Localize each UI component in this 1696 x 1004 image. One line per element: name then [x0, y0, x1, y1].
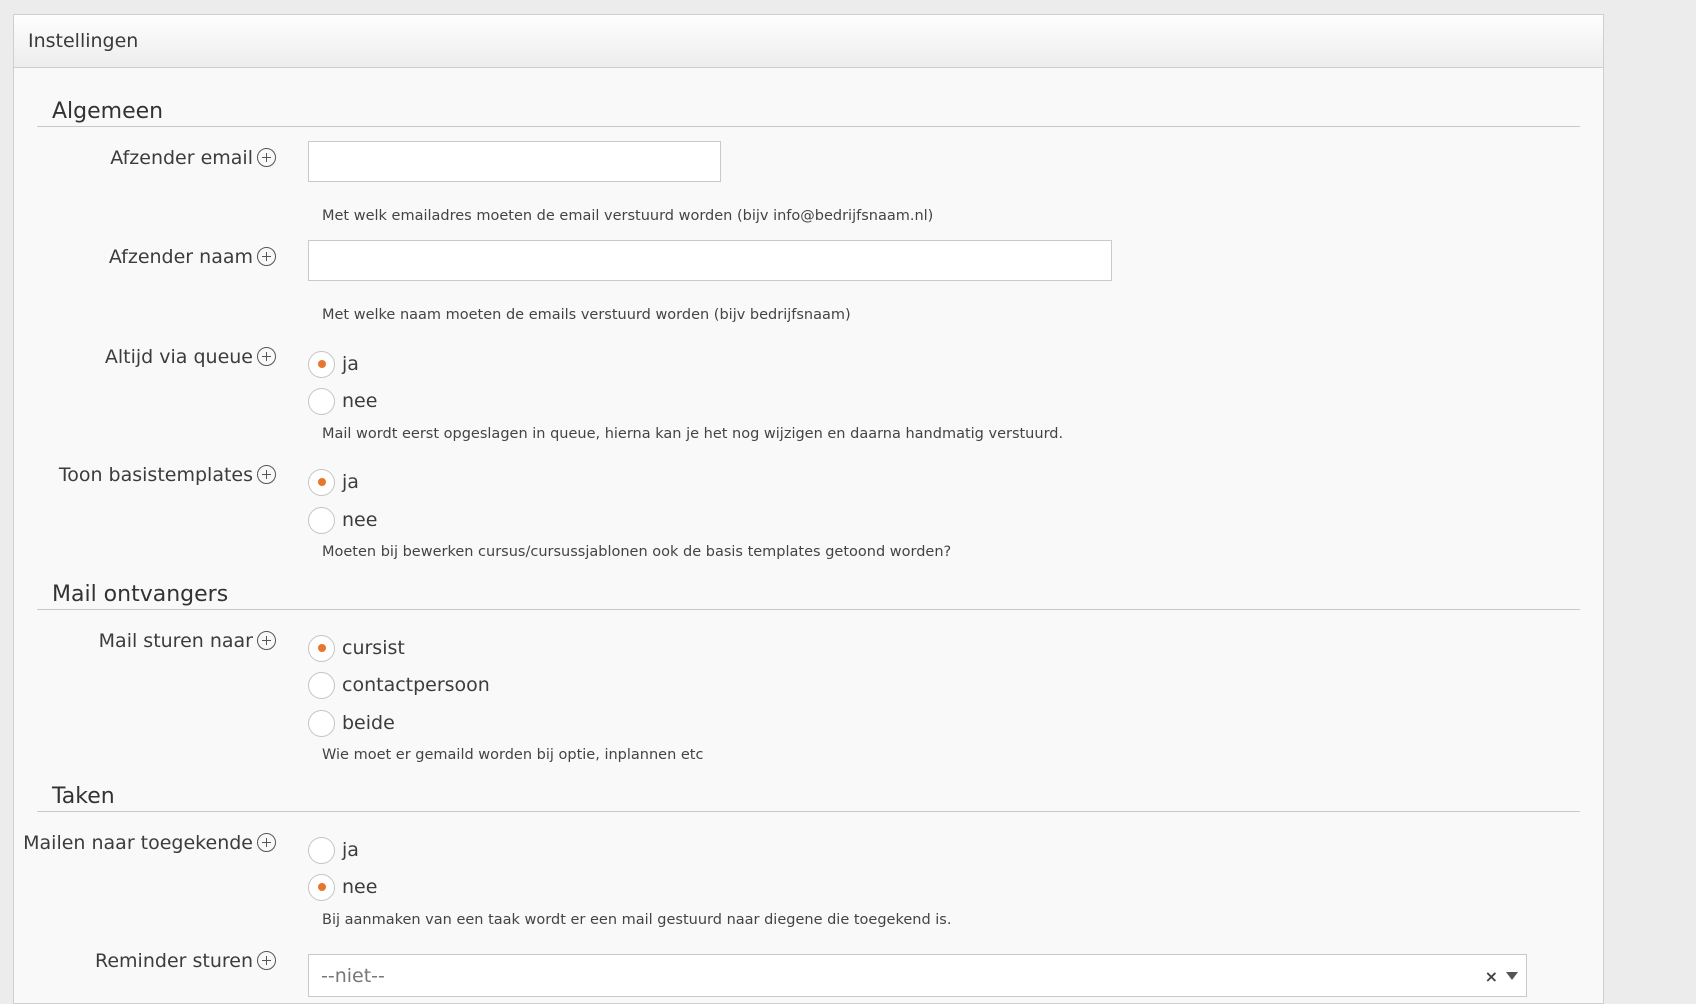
reminder-sturen-select[interactable]: --niet-- × — [308, 954, 1527, 997]
radio-toegekende-nee[interactable]: nee — [308, 872, 377, 902]
panel-title: Instellingen — [14, 15, 1603, 68]
afzender-naam-input[interactable] — [308, 240, 1112, 281]
radio-button-checked[interactable] — [308, 873, 335, 901]
radio-mail-contactpersoon[interactable]: contactpersoon — [308, 670, 490, 700]
radio-basistemplates-nee[interactable]: nee — [308, 505, 377, 535]
plus-circle-icon[interactable] — [257, 465, 276, 484]
radio-button[interactable] — [308, 506, 335, 534]
radio-button-checked[interactable] — [308, 468, 335, 496]
radio-button-checked[interactable] — [308, 634, 335, 662]
chevron-down-icon[interactable] — [1506, 972, 1518, 980]
radio-toegekende-ja[interactable]: ja — [308, 835, 359, 865]
radio-button[interactable] — [308, 671, 335, 699]
help-text-altijd-via-queue: Mail wordt eerst opgeslagen in queue, hi… — [322, 426, 1064, 442]
section-title-algemeen: Algemeen — [37, 99, 1580, 127]
radio-mail-cursist[interactable]: cursist — [308, 633, 405, 663]
field-label-mail-sturen-naar: Mail sturen naar — [14, 630, 276, 652]
radio-button[interactable] — [308, 387, 335, 415]
clear-icon[interactable]: × — [1485, 967, 1498, 986]
help-text-mailen-naar-toegekende: Bij aanmaken van een taak wordt er een m… — [322, 912, 952, 928]
radio-queue-ja[interactable]: ja — [308, 349, 359, 379]
help-text-mail-sturen-naar: Wie moet er gemaild worden bij optie, in… — [322, 747, 704, 763]
help-text-toon-basistemplates: Moeten bij bewerken cursus/cursussjablon… — [322, 544, 952, 560]
afzender-email-input[interactable] — [308, 141, 721, 182]
help-text-afzender-naam: Met welke naam moeten de emails verstuur… — [322, 307, 851, 323]
plus-circle-icon[interactable] — [257, 951, 276, 970]
field-label-toon-basistemplates: Toon basistemplates — [14, 464, 276, 486]
radio-basistemplates-ja[interactable]: ja — [308, 467, 359, 497]
radio-mail-beide[interactable]: beide — [308, 708, 395, 738]
settings-panel: Instellingen Algemeen Afzender email Met… — [13, 14, 1604, 1004]
section-title-taken: Taken — [37, 784, 1580, 812]
plus-circle-icon[interactable] — [257, 631, 276, 650]
help-text-afzender-email: Met welk emailadres moeten de email vers… — [322, 208, 934, 224]
radio-queue-nee[interactable]: nee — [308, 386, 377, 416]
plus-circle-icon[interactable] — [257, 347, 276, 366]
field-label-mailen-naar-toegekende: Mailen naar toegekende — [14, 832, 276, 854]
plus-circle-icon[interactable] — [257, 247, 276, 266]
field-label-reminder-sturen: Reminder sturen — [14, 950, 276, 972]
plus-circle-icon[interactable] — [257, 148, 276, 167]
radio-button-checked[interactable] — [308, 350, 335, 378]
select-value: --niet-- — [321, 965, 385, 987]
field-label-afzender-email: Afzender email — [14, 147, 276, 169]
radio-button[interactable] — [308, 709, 335, 737]
plus-circle-icon[interactable] — [257, 833, 276, 852]
radio-button[interactable] — [308, 836, 335, 864]
field-label-altijd-via-queue: Altijd via queue — [14, 346, 276, 368]
section-title-mail-ontvangers: Mail ontvangers — [37, 582, 1580, 610]
field-label-afzender-naam: Afzender naam — [14, 246, 276, 268]
